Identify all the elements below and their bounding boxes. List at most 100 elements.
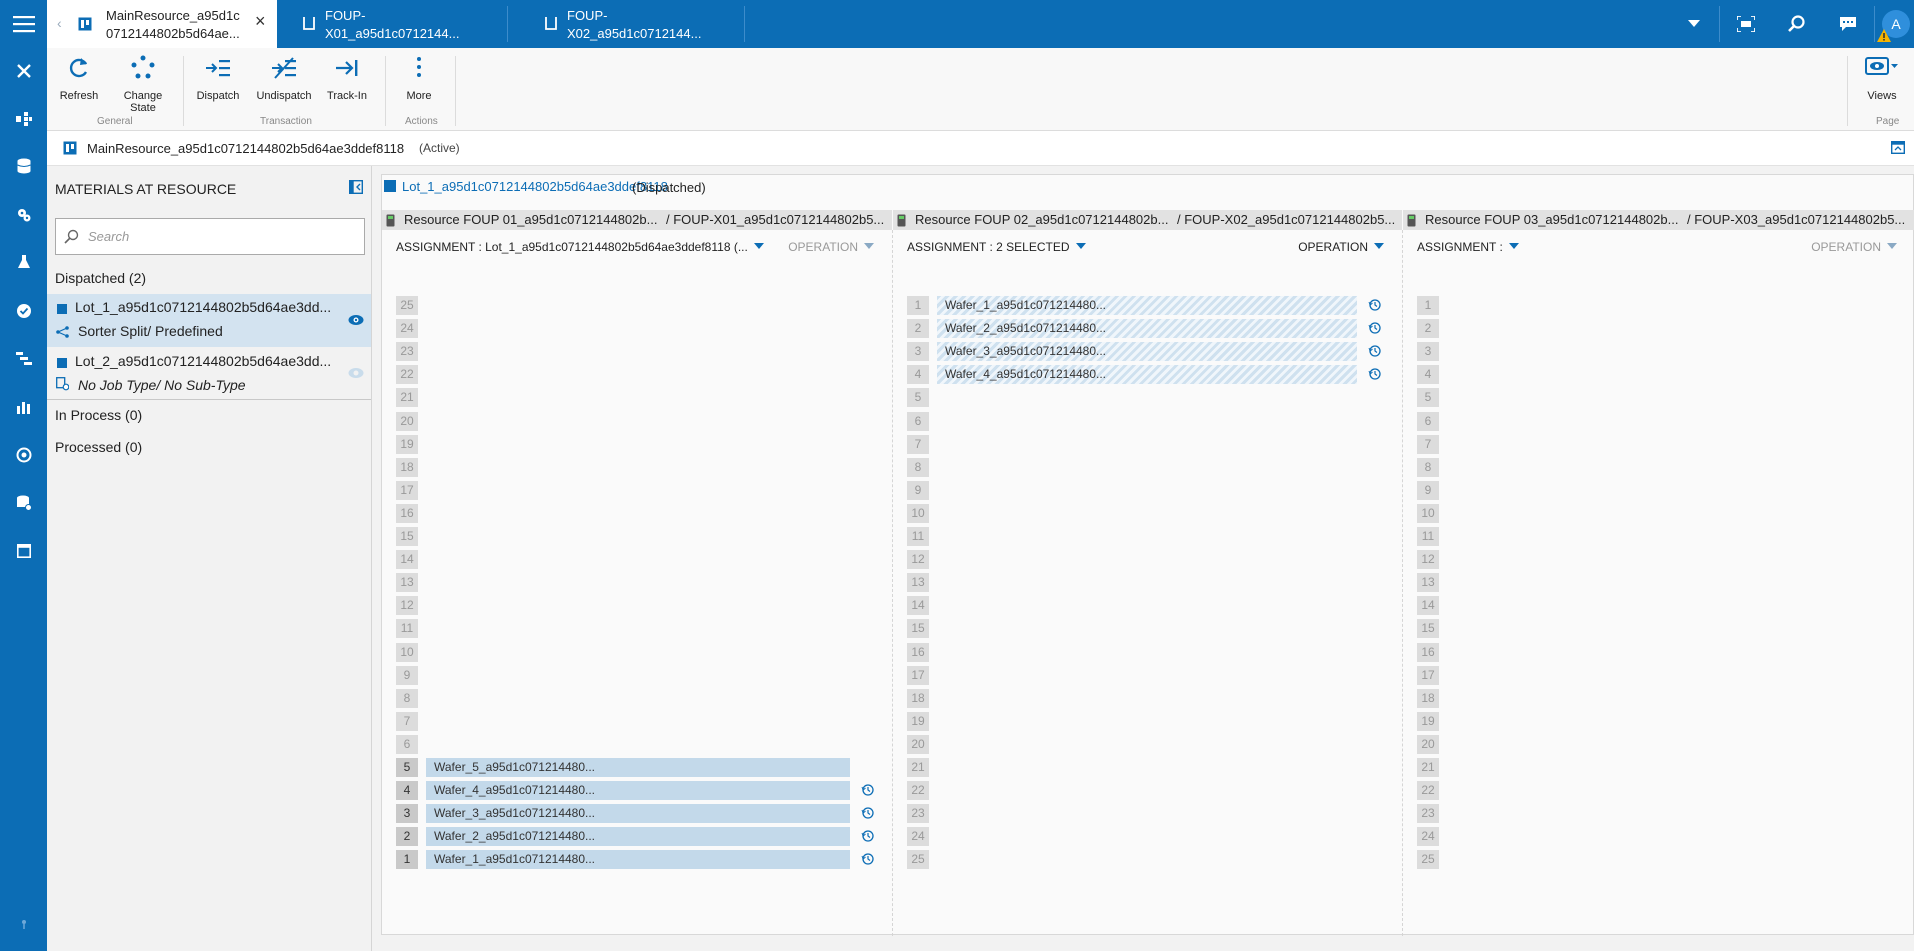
slot-number[interactable]: 7 [1417,434,1439,454]
slot-number[interactable]: 8 [1417,457,1439,477]
change-state-button[interactable]: Change State [117,54,169,114]
eye-icon[interactable] [348,314,364,326]
assignment-dropdown[interactable]: ASSIGNMENT : 2 SELECTED [907,240,1086,254]
history-icon[interactable] [1368,367,1382,381]
check-shield-icon[interactable] [0,297,47,325]
slot-number[interactable]: 4 [1417,365,1439,385]
wafer-item[interactable]: Wafer_3_a95d1c071214480... [937,342,1357,362]
history-icon[interactable] [1368,321,1382,335]
slot-number[interactable]: 14 [1417,596,1439,616]
more-button[interactable]: More [397,54,441,102]
slot-number[interactable]: 23 [907,804,929,824]
wafer-item[interactable]: Wafer_4_a95d1c071214480... [937,365,1357,385]
slot-number[interactable]: 23 [396,342,418,362]
wafer-item[interactable]: Wafer_3_a95d1c071214480... [426,804,850,824]
track-in-button[interactable]: Track-In [323,54,371,102]
slot-number[interactable]: 7 [907,434,929,454]
slot-number[interactable]: 11 [907,527,929,546]
slot-number[interactable]: 13 [1417,573,1439,593]
tools-icon[interactable] [0,57,47,85]
slot-number[interactable]: 22 [907,781,929,801]
slot-number[interactable]: 14 [907,596,929,616]
slot-number[interactable]: 5 [396,758,418,777]
slot-number[interactable]: 5 [1417,388,1439,408]
slot-number[interactable]: 24 [396,319,418,339]
slot-number[interactable]: 2 [396,827,418,847]
slot-number[interactable]: 25 [907,850,929,870]
history-icon[interactable] [861,806,875,820]
hamburger-menu-icon[interactable] [0,10,47,38]
operation-dropdown[interactable]: OPERATION [788,240,874,254]
foup-column-header[interactable]: Resource FOUP 02_a95d1c0712144802b... / F… [893,210,1402,230]
slot-number[interactable]: 15 [907,619,929,639]
slot-number[interactable]: 20 [907,734,929,754]
slot-number[interactable]: 16 [907,642,929,662]
slot-number[interactable]: 3 [907,342,929,362]
dispatch-button[interactable]: Dispatch [193,54,243,102]
history-icon[interactable] [861,783,875,797]
slot-number[interactable]: 12 [907,550,929,570]
foup-column-header[interactable]: Resource FOUP 01_a95d1c0712144802b... / F… [382,210,892,230]
slot-number[interactable]: 4 [907,365,929,385]
tab-scroll-left-icon[interactable]: ‹ [57,15,62,32]
slot-number[interactable]: 12 [1417,550,1439,570]
slot-number[interactable]: 14 [396,550,418,570]
undispatch-button[interactable]: Undispatch [252,54,316,102]
database-icon[interactable] [0,152,47,180]
slot-number[interactable]: 19 [907,711,929,731]
slot-number[interactable]: 1 [396,850,418,870]
wafer-item[interactable]: Wafer_1_a95d1c071214480... [426,850,850,870]
warning-icon[interactable] [1877,29,1891,42]
slot-number[interactable]: 13 [907,573,929,593]
slot-number[interactable]: 24 [1417,827,1439,847]
tab-foup-x01[interactable]: FOUP- X01_a95d1c0712144... [277,0,477,48]
views-button[interactable]: Views [1859,54,1905,102]
tab-foup-x02[interactable]: FOUP- X02_a95d1c0712144... [509,0,709,48]
lot-header-name[interactable]: Lot_1_a95d1c0712144802b5d64ae3ddef8118 [402,179,668,194]
history-icon[interactable] [1368,344,1382,358]
refresh-button[interactable]: Refresh [53,54,105,102]
bar-chart-icon[interactable] [0,393,47,421]
slot-number[interactable]: 18 [907,688,929,708]
slot-number[interactable]: 22 [396,365,418,385]
slot-number[interactable]: 21 [907,758,929,777]
slot-number[interactable]: 10 [907,503,929,523]
history-icon[interactable] [861,829,875,843]
window-icon[interactable] [0,537,47,565]
network-icon[interactable] [0,105,47,133]
slot-number[interactable]: 5 [907,388,929,408]
gears-icon[interactable] [0,201,47,229]
foup-column-header[interactable]: Resource FOUP 03_a95d1c0712144802b... / F… [1403,210,1914,230]
eye-icon[interactable] [348,367,364,379]
wafer-item[interactable]: Wafer_2_a95d1c071214480... [426,827,850,847]
slot-number[interactable]: 7 [396,711,418,731]
wafer-item[interactable]: Wafer_1_a95d1c071214480... [937,296,1357,315]
slot-number[interactable]: 8 [396,688,418,708]
wafer-item[interactable]: Wafer_4_a95d1c071214480... [426,781,850,801]
list-item[interactable]: Lot_1_a95d1c0712144802b5d64ae3dd... Sort… [47,294,371,347]
history-icon[interactable] [1368,298,1382,312]
wafer-item[interactable]: Wafer_5_a95d1c071214480... [426,758,850,777]
slot-number[interactable]: 10 [1417,503,1439,523]
slot-number[interactable]: 10 [396,642,418,662]
tabs-dropdown-icon[interactable] [1669,0,1719,48]
slot-number[interactable]: 17 [1417,665,1439,685]
slot-number[interactable]: 11 [396,619,418,639]
slot-number[interactable]: 21 [1417,758,1439,777]
slot-number[interactable]: 25 [396,296,418,315]
slot-number[interactable]: 18 [1417,688,1439,708]
slot-number[interactable]: 8 [907,457,929,477]
slot-number[interactable]: 19 [396,434,418,454]
flow-icon[interactable] [0,345,47,373]
slot-number[interactable]: 19 [1417,711,1439,731]
slot-number[interactable]: 1 [907,296,929,315]
collapse-panel-icon[interactable] [349,180,363,194]
chat-icon[interactable] [1823,0,1873,48]
slot-number[interactable]: 20 [1417,734,1439,754]
processed-section-header[interactable]: Processed (0) [55,439,142,455]
wafer-item[interactable]: Wafer_2_a95d1c071214480... [937,319,1357,339]
slot-number[interactable]: 20 [396,411,418,431]
slot-number[interactable]: 3 [396,804,418,824]
slot-number[interactable]: 11 [1417,527,1439,546]
search-icon[interactable] [1772,0,1822,48]
